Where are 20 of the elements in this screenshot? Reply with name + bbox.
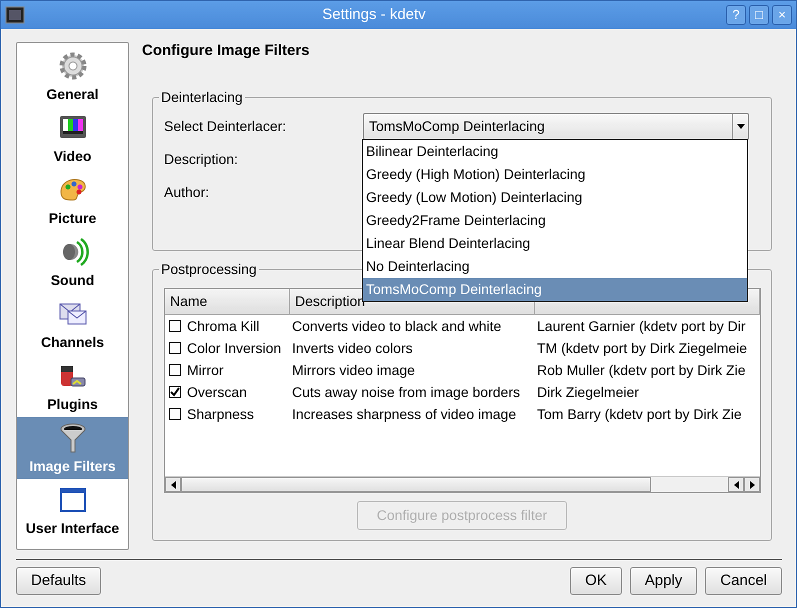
table-cell-text: Rob Muller (kdetv port by Dirk Zie	[536, 361, 747, 380]
table-cell-text: Overscan	[187, 383, 247, 402]
field-label: Description:	[163, 150, 239, 169]
table-cell-text: Laurent Garnier (kdetv port by Dir	[536, 317, 747, 336]
window-title: Settings - kdetv	[321, 4, 427, 25]
table-cell-text: Chroma Kill	[187, 317, 260, 336]
table-cell-text: Mirror	[187, 361, 224, 380]
table-cell-text: Increases sharpness of video image	[291, 405, 518, 424]
field-label: Select Deinterlacer:	[163, 117, 288, 136]
table-cell-text: Dirk Ziegelmeier	[536, 383, 640, 402]
table-cell-text: Tom Barry (kdetv port by Dirk Zie	[536, 405, 743, 424]
table-cell-text: TM (kdetv port by Dirk Ziegelmeie	[536, 339, 748, 358]
table-cell-text: Converts video to black and white	[291, 317, 502, 336]
table-cell-text: Mirrors video image	[291, 361, 416, 380]
table-cell-text: Inverts video colors	[291, 339, 414, 358]
table-cell-text: Cuts away noise from image borders	[291, 383, 521, 402]
page-title: Configure Image Filters	[142, 42, 311, 60]
field-label: Author:	[163, 183, 210, 202]
table-cell-text: Sharpness	[187, 405, 254, 424]
table-cell-text: Color Inversion	[187, 339, 282, 358]
